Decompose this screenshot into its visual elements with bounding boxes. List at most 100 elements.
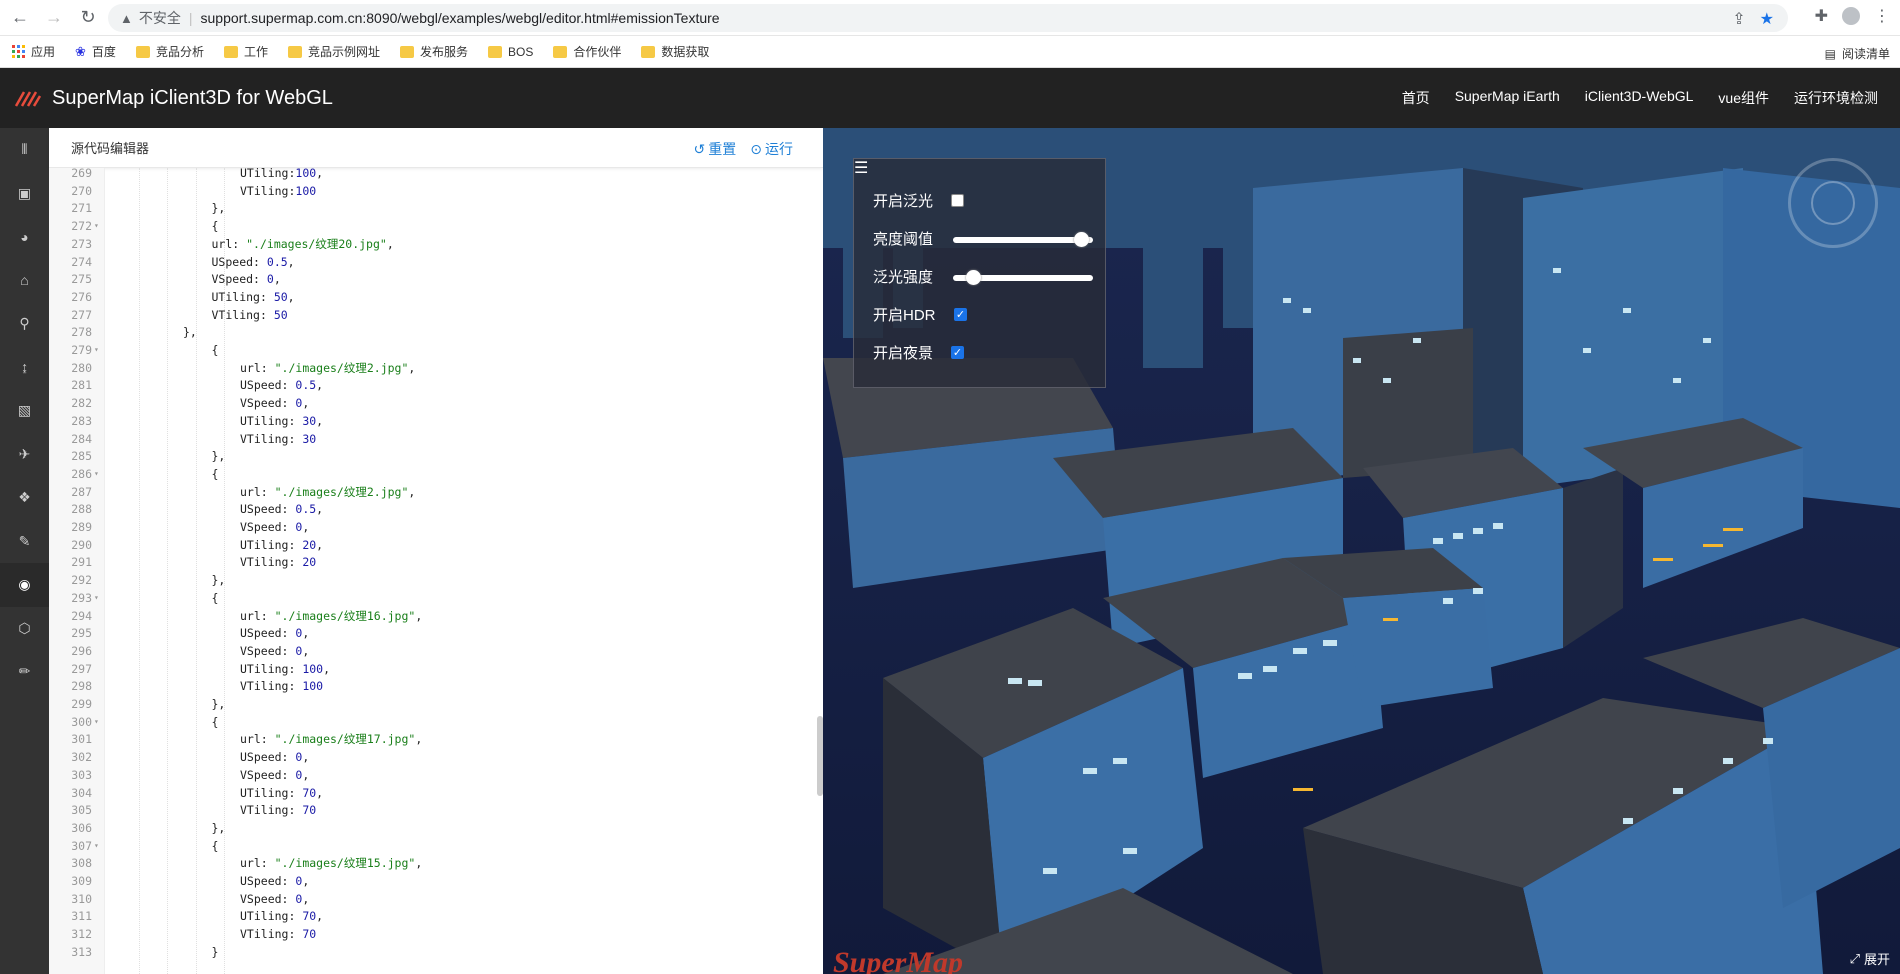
address-bar[interactable]: ▲ 不安全 | support.supermap.com.cn:8090/web… (108, 4, 1788, 32)
code-line: 273 url: "./images/纹理20.jpg", (49, 235, 823, 253)
code-line: 301 url: "./images/纹理17.jpg", (49, 730, 823, 748)
code-line: 291 VTiling: 20 (49, 553, 823, 571)
code-text: USpeed: 0.5, (211, 254, 295, 269)
code-text: VSpeed: 0, (240, 643, 310, 658)
search-icon[interactable]: ⚲ (0, 302, 49, 346)
fold-toggle-icon[interactable]: ▾ (94, 589, 102, 607)
eye-icon[interactable]: ◉ (0, 563, 49, 607)
folder-icon (641, 45, 656, 58)
globe-icon[interactable]: ◕ (0, 215, 49, 259)
run-button[interactable]: ⊙ 运行 (750, 139, 793, 159)
bookmark-folder[interactable]: 竞品分析 (135, 43, 204, 60)
folder-icon (553, 45, 568, 58)
fold-toggle-icon[interactable]: ▾ (94, 713, 102, 731)
measure-icon[interactable]: ↨ (0, 346, 49, 390)
code-text: } (211, 944, 219, 959)
panel-menu-icon[interactable]: ☰ (854, 158, 868, 178)
edit-icon[interactable]: ✎ (0, 520, 49, 564)
code-line: 290 UTiling: 20, (49, 536, 823, 554)
code-line: 311 UTiling: 70, (49, 907, 823, 925)
bookmark-apps[interactable]: 应用 (12, 43, 55, 60)
code-text: }, (183, 325, 197, 340)
hdr-checkbox[interactable]: ✓ (954, 308, 967, 321)
expand-button[interactable]: ⤢ 展开 (1850, 949, 1890, 968)
bookmark-baidu[interactable]: ❀ 百度 (75, 43, 116, 60)
profile-icon[interactable] (1842, 7, 1860, 25)
compass-icon[interactable] (1788, 158, 1878, 248)
bookmark-folder[interactable]: 数据获取 (641, 43, 709, 60)
code-line: 307 ▾ { (49, 837, 823, 855)
plane-icon[interactable]: ✈ (0, 433, 49, 477)
bookmark-folder[interactable]: 合作伙伴 (553, 43, 621, 60)
line-number: 290 (71, 537, 92, 552)
line-number: 310 (71, 891, 92, 906)
insecure-label: 不安全 (138, 10, 181, 26)
back-icon[interactable]: ← (6, 4, 34, 32)
fold-toggle-icon[interactable]: ▾ (94, 341, 102, 359)
code-line: 312 VTiling: 70 (49, 925, 823, 943)
analysis-icon[interactable]: ❖ (0, 476, 49, 520)
code-line: 283 UTiling: 30, (49, 412, 823, 430)
brightness-slider[interactable] (953, 232, 1093, 247)
nav-vue[interactable]: vue组件 (1718, 88, 1769, 108)
code-text: url: "./images/纹理15.jpg", (240, 856, 423, 871)
bookmark-star-icon[interactable]: ★ (1760, 9, 1774, 29)
bloom-strength-slider[interactable] (953, 270, 1093, 285)
nav-webgl[interactable]: iClient3D-WebGL (1585, 88, 1694, 108)
line-number: 301 (71, 732, 92, 747)
nav-iearth[interactable]: SuperMap iEarth (1455, 88, 1560, 108)
bookmark-label: BOS (508, 44, 534, 59)
bookmark-folder[interactable]: BOS (488, 45, 533, 59)
bloom-strength-slider-thumb[interactable] (965, 270, 981, 285)
fold-toggle-icon[interactable]: ▾ (94, 217, 102, 235)
nav-env-check[interactable]: 运行环境检测 (1794, 88, 1878, 108)
forward-icon[interactable]: → (40, 4, 68, 32)
code-text: VSpeed: 0, (211, 272, 281, 287)
line-number: 271 (71, 201, 92, 216)
browser-toolbar: ← → ↻ ▲ 不安全 | support.supermap.com.cn:80… (0, 0, 1900, 36)
bookmarks-bar: 应用 ❀ 百度 竞品分析 工作 竞品示例网址 发布服务 BOS 合作伙伴 数据获… (0, 36, 1900, 68)
bookmark-folder[interactable]: 竞品示例网址 (287, 43, 380, 60)
building-icon[interactable]: ⌂ (0, 259, 49, 303)
code-text: VTiling:100 (240, 183, 317, 198)
code-text: { (211, 714, 219, 729)
code-line: 305 VTiling: 70 (49, 801, 823, 819)
image-layer-icon[interactable]: ▣ (0, 172, 49, 216)
extensions-icon[interactable]: ✚ (1815, 6, 1828, 26)
code-text: UTiling: 100, (240, 661, 331, 676)
reset-button[interactable]: ↺ 重置 (694, 139, 737, 159)
supermap-watermark-logo: SuperMap (833, 946, 964, 974)
night-label: 开启夜景 (873, 345, 934, 362)
code-line: 309 USpeed: 0, (49, 872, 823, 890)
map-icon[interactable]: ▧ (0, 389, 49, 433)
editor-actions: ↺ 重置 ⊙ 运行 (694, 139, 793, 159)
code-text: USpeed: 0, (240, 626, 310, 641)
code-text: url: "./images/纹理20.jpg", (211, 236, 394, 251)
fold-toggle-icon[interactable]: ▾ (94, 837, 102, 855)
bookmark-folder[interactable]: 发布服务 (399, 43, 468, 60)
pencil-icon[interactable]: ✏ (0, 650, 49, 694)
3d-scene-viewport[interactable]: ☰ 开启泛光 亮度阈值 泛光强度 开启HDR ✓ 开启夜景 ✓ SuperMap… (823, 128, 1900, 974)
category-sidebar: ⦀ ▣ ◕ ⌂ ⚲ ↨ ▧ ✈ ❖ ✎ ◉ ⬡ ✏ (0, 128, 49, 974)
menu-icon[interactable]: ⋮ (1874, 6, 1890, 26)
reload-icon[interactable]: ↻ (74, 4, 102, 32)
sidebar-toggle-icon[interactable]: ⦀ (0, 128, 49, 172)
fold-toggle-icon[interactable]: ▾ (94, 465, 102, 483)
code-line: 306}, (49, 819, 823, 837)
code-text: VSpeed: 0, (240, 520, 310, 534)
share-icon[interactable]: ⇪ (1732, 9, 1745, 29)
code-text: }, (211, 573, 226, 588)
code-text: VTiling: 50 (211, 307, 288, 322)
cube-icon[interactable]: ⬡ (0, 607, 49, 651)
nav-home[interactable]: 首页 (1402, 88, 1430, 108)
code-text: VTiling: 30 (240, 431, 317, 446)
night-checkbox[interactable]: ✓ (951, 346, 964, 359)
bloom-strength-label: 泛光强度 (873, 269, 934, 286)
bloom-checkbox[interactable] (951, 194, 964, 207)
bookmark-folder[interactable]: 工作 (223, 43, 268, 60)
line-number: 284 (71, 431, 92, 446)
code-text: UTiling:100, (240, 168, 324, 180)
bookmark-label: 应用 (31, 45, 56, 59)
reading-list[interactable]: ▤ 阅读清单 (1825, 45, 1890, 62)
code-area[interactable]: 269 UTiling:100, 270 VTiling:100 271}, 272 ▾{2… (49, 168, 823, 974)
